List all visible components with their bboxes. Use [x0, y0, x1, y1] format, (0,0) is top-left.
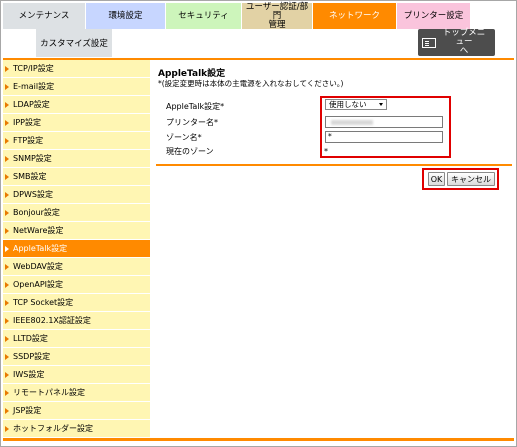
sidebar-item-label: Bonjour設定 — [13, 208, 60, 217]
sidebar-item[interactable]: リモートパネル設定 — [3, 384, 150, 402]
current-zone-label: 現在のゾーン — [166, 147, 214, 156]
top-menu-button[interactable]: トップメニュー へ — [418, 29, 495, 56]
arrow-right-icon — [5, 335, 9, 342]
arrow-right-icon — [5, 83, 9, 90]
sidebar-item-label: TCP Socket設定 — [13, 298, 74, 307]
sidebar-item-label: IWS設定 — [13, 370, 45, 379]
arrow-right-icon — [5, 209, 9, 216]
sidebar-item-label: LDAP設定 — [13, 100, 50, 109]
sidebar-item[interactable]: IPP設定 — [3, 114, 150, 132]
printer-name-blurred-value — [331, 120, 373, 125]
notice-text: *(設定変更時は本体の主電源を入れなおしてください。) — [158, 79, 344, 88]
arrow-right-icon — [5, 281, 9, 288]
sidebar-item[interactable]: NetWare設定 — [3, 222, 150, 240]
tab-customize[interactable]: カスタマイズ設定 — [36, 29, 112, 57]
arrow-right-icon — [5, 155, 9, 162]
arrow-right-icon — [5, 245, 9, 252]
sidebar-item[interactable]: LLTD設定 — [3, 330, 150, 348]
sidebar-item[interactable]: WebDAV設定 — [3, 258, 150, 276]
sidebar-item-label: SNMP設定 — [13, 154, 52, 163]
printer-name-label: プリンター名* — [166, 118, 218, 127]
sidebar-item-label: LLTD設定 — [13, 334, 48, 343]
arrow-right-icon — [5, 263, 9, 270]
sidebar-bottom-border — [3, 438, 150, 441]
appletalk-select[interactable]: 使用しない — [325, 99, 387, 110]
zone-name-label: ゾーン名* — [166, 133, 202, 142]
arrow-right-icon — [5, 227, 9, 234]
sidebar-item[interactable]: FTP設定 — [3, 132, 150, 150]
sidebar-item[interactable]: IEEE802.1X認証設定 — [3, 312, 150, 330]
sidebar-item-label: TCP/IP設定 — [13, 64, 54, 73]
sidebar-item-label: FTP設定 — [13, 136, 44, 145]
tab-environment[interactable]: 環境設定 — [86, 3, 166, 29]
arrow-right-icon — [5, 371, 9, 378]
sidebar-item-label: ホットフォルダー設定 — [13, 424, 93, 433]
sidebar-item-label: リモートパネル設定 — [13, 388, 85, 397]
arrow-right-icon — [5, 119, 9, 126]
arrow-right-icon — [5, 317, 9, 324]
arrow-right-icon — [5, 101, 9, 108]
sidebar-item[interactable]: TCP/IP設定 — [3, 60, 150, 78]
tab-user-auth[interactable]: ユーザー認証/部門 管理 — [242, 1, 313, 30]
sidebar-item[interactable]: TCP Socket設定 — [3, 294, 150, 312]
arrow-right-icon — [5, 299, 9, 306]
sidebar-item[interactable]: SNMP設定 — [3, 150, 150, 168]
sidebar-list: TCP/IP設定 E-mail設定 LDAP設定 IPP設定 FTP設定 SNMP設定 SM… — [3, 60, 150, 438]
printer-name-input[interactable] — [325, 116, 443, 128]
sidebar-item[interactable]: IWS設定 — [3, 366, 150, 384]
tab-network[interactable]: ネットワーク — [313, 3, 397, 29]
tab-maintenance[interactable]: メンテナンス — [3, 3, 86, 29]
arrow-right-icon — [5, 191, 9, 198]
zone-name-input[interactable]: * — [325, 131, 443, 143]
arrow-right-icon — [5, 173, 9, 180]
sidebar-item-label: SMB設定 — [13, 172, 47, 181]
appletalk-select-value: 使用しない — [329, 100, 367, 109]
content-divider — [156, 164, 512, 166]
sidebar-item[interactable]: AppleTalk設定 — [3, 240, 150, 258]
sub-tab-bar: カスタマイズ設定 トップメニュー へ — [3, 29, 514, 59]
sidebar-item[interactable]: LDAP設定 — [3, 96, 150, 114]
current-zone-value: * — [324, 147, 328, 156]
tab-printer-settings[interactable]: プリンター設定 — [397, 3, 471, 29]
sidebar-item-label: OpenAPI設定 — [13, 280, 64, 289]
cancel-button[interactable]: キャンセル — [447, 172, 495, 186]
sidebar-item-label: NetWare設定 — [13, 226, 64, 235]
arrow-right-icon — [5, 65, 9, 72]
sidebar-item[interactable]: DPWS設定 — [3, 186, 150, 204]
main-bottom-border — [150, 438, 514, 441]
arrow-right-icon — [5, 137, 9, 144]
chevron-down-icon — [379, 103, 383, 106]
sidebar-item[interactable]: OpenAPI設定 — [3, 276, 150, 294]
sidebar-item[interactable]: JSP設定 — [3, 402, 150, 420]
sidebar-item[interactable]: ホットフォルダー設定 — [3, 420, 150, 438]
sidebar-item-label: IPP設定 — [13, 118, 42, 127]
sidebar: TCP/IP設定 E-mail設定 LDAP設定 IPP設定 FTP設定 SNMP設定 SM… — [3, 60, 150, 441]
sidebar-item-label: SSDP設定 — [13, 352, 51, 361]
sidebar-item-label: AppleTalk設定 — [13, 244, 68, 253]
sidebar-item[interactable]: E-mail設定 — [3, 78, 150, 96]
main-content: AppleTalk設定 *(設定変更時は本体の主電源を入れなおしてください。) … — [150, 60, 514, 441]
main-tab-bar: メンテナンス 環境設定 セキュリティ ユーザー認証/部門 管理 ネットワーク プ… — [3, 1, 471, 30]
menu-icon — [422, 37, 436, 48]
sidebar-item-label: DPWS設定 — [13, 190, 53, 199]
tab-security[interactable]: セキュリティ — [166, 3, 242, 29]
arrow-right-icon — [5, 353, 9, 360]
sidebar-item[interactable]: SSDP設定 — [3, 348, 150, 366]
sidebar-item-label: E-mail設定 — [13, 82, 55, 91]
appletalk-setting-label: AppleTalk設定* — [166, 102, 225, 111]
sidebar-item-label: IEEE802.1X認証設定 — [13, 316, 91, 325]
sidebar-item[interactable]: SMB設定 — [3, 168, 150, 186]
sidebar-item-label: JSP設定 — [13, 406, 42, 415]
tab-user-auth-label: ユーザー認証/部門 管理 — [245, 1, 309, 30]
sidebar-item-label: WebDAV設定 — [13, 262, 63, 271]
ok-button[interactable]: OK — [428, 172, 445, 186]
top-menu-label: トップメニュー へ — [442, 28, 486, 56]
arrow-right-icon — [5, 425, 9, 432]
arrow-right-icon — [5, 389, 9, 396]
arrow-right-icon — [5, 407, 9, 414]
sidebar-item[interactable]: Bonjour設定 — [3, 204, 150, 222]
